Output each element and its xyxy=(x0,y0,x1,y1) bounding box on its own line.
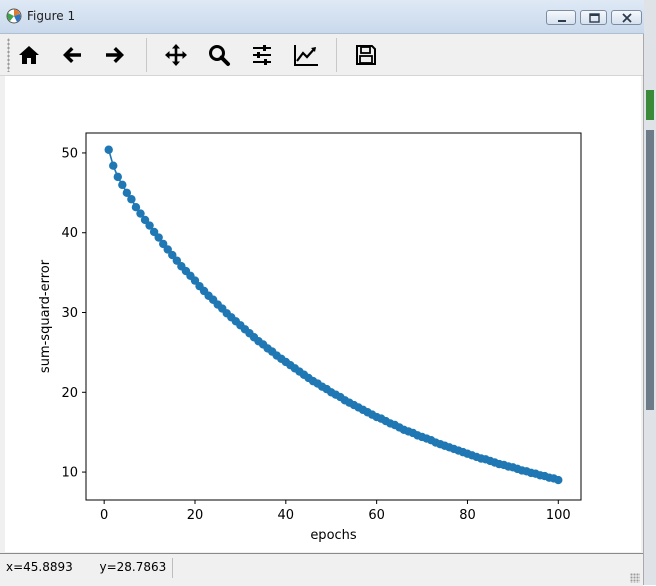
save-button[interactable] xyxy=(350,39,382,71)
restore-icon xyxy=(589,13,600,23)
x-tick-label: 100 xyxy=(546,508,571,523)
title-bar[interactable]: Figure 1 xyxy=(0,0,644,34)
line-chart: 0 20 40 60 80 100 10 20 30 40 50 epochs sum-squard… xyxy=(38,132,582,543)
x-tick-label: 20 xyxy=(187,508,204,523)
toolbar-grip[interactable] xyxy=(7,38,10,72)
subplots-button[interactable] xyxy=(246,39,278,71)
figure-window: Figure 1 0 20 40 60 80 100 10 20 30 40 5… xyxy=(0,0,644,586)
home-icon xyxy=(19,46,39,64)
y-tick-label: 10 xyxy=(61,466,78,481)
pan-button[interactable] xyxy=(160,39,192,71)
x-tick-label: 0 xyxy=(100,508,108,523)
data-point xyxy=(127,195,136,204)
edit-axis-icon xyxy=(294,45,318,66)
status-bar: x=45.8893 y=28.7863 xyxy=(0,553,643,586)
edit-axis-button[interactable] xyxy=(289,39,321,71)
toolbar-separator xyxy=(146,38,147,72)
cursor-coordinates: x=45.8893 y=28.7863 xyxy=(6,560,166,574)
status-separator xyxy=(172,558,173,578)
x-axis-label: epochs xyxy=(310,528,357,543)
y-axis-label: sum-squard-error xyxy=(38,259,53,373)
background-window-edge xyxy=(644,0,656,585)
back-button[interactable] xyxy=(56,39,88,71)
navigation-toolbar xyxy=(0,34,643,76)
series-line xyxy=(107,149,559,481)
zoom-icon xyxy=(209,45,230,66)
resize-grip[interactable] xyxy=(630,573,640,583)
data-point xyxy=(118,180,127,190)
x-tick-label: 40 xyxy=(278,508,295,523)
data-point xyxy=(113,172,122,182)
pan-icon xyxy=(165,44,187,66)
forward-button[interactable] xyxy=(99,39,131,71)
home-button[interactable] xyxy=(13,39,45,71)
back-arrow-icon xyxy=(63,47,81,63)
minimize-button[interactable] xyxy=(546,10,576,25)
cursor-y: y=28.7863 xyxy=(99,560,167,574)
data-point xyxy=(109,161,118,170)
x-tick-label: 60 xyxy=(368,508,385,523)
y-tick-label: 40 xyxy=(61,226,78,241)
forward-arrow-icon xyxy=(106,47,124,63)
window-title: Figure 1 xyxy=(27,9,76,23)
data-point xyxy=(104,145,113,154)
y-tick-label: 30 xyxy=(61,306,78,321)
zoom-button[interactable] xyxy=(203,39,235,71)
close-icon xyxy=(622,13,632,23)
data-point xyxy=(554,475,563,485)
figure-canvas[interactable]: 0 20 40 60 80 100 10 20 30 40 50 epochs sum-squard… xyxy=(5,76,641,552)
cursor-x: x=45.8893 xyxy=(6,560,73,574)
x-tick-label: 80 xyxy=(459,508,476,523)
maximize-button[interactable] xyxy=(580,10,607,25)
toolbar-separator xyxy=(336,38,337,72)
y-tick-label: 20 xyxy=(61,386,78,401)
subplots-icon xyxy=(253,45,271,65)
close-button[interactable] xyxy=(611,10,642,25)
save-icon xyxy=(356,45,376,65)
y-tick-label: 50 xyxy=(61,146,78,161)
matplotlib-app-icon xyxy=(6,8,22,24)
axes-frame xyxy=(85,132,582,501)
minimize-icon xyxy=(558,20,566,22)
